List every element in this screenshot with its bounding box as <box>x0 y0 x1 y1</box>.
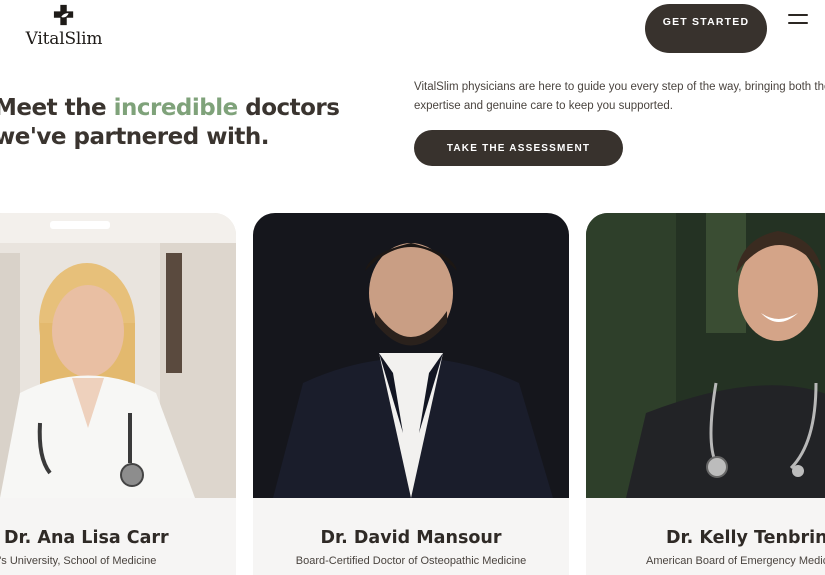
page-headline: Meet the incredible doctors we've partne… <box>0 94 340 152</box>
doctor-card[interactable]: Dr. Ana Lisa Carr St. George's Universit… <box>0 213 236 575</box>
intro-text: VitalSlim physicians are here to guide y… <box>414 78 825 115</box>
brand-logo[interactable]: VitalSlim <box>24 4 104 49</box>
doctor-credential: Board-Certified Doctor of Osteopathic Me… <box>295 555 527 567</box>
menu-line <box>788 14 808 16</box>
medical-cross-icon <box>53 4 74 26</box>
doctor-name: Dr. Kelly Tenbrink <box>666 528 825 548</box>
doctor-card[interactable]: Dr. David Mansour Board-Certified Doctor… <box>253 213 569 575</box>
intro-line1: VitalSlim physicians are here to guide y… <box>414 81 825 93</box>
doctor-photo <box>586 213 825 498</box>
headline-prefix: Meet the <box>0 95 114 121</box>
doctor-name: Dr. Ana Lisa Carr <box>4 528 169 548</box>
brand-name: VitalSlim <box>25 29 103 49</box>
headline-line2: we've partnered with. <box>0 124 269 150</box>
doctor-photo <box>253 213 569 498</box>
headline-suffix: doctors <box>237 95 340 121</box>
take-assessment-button[interactable]: TAKE THE ASSESSMENT <box>414 130 623 166</box>
doctor-credential: St. George's University, School of Medic… <box>0 555 157 567</box>
doctor-photo <box>0 213 236 498</box>
doctor-name: Dr. David Mansour <box>320 528 502 548</box>
intro-line2: expertise and genuine care to keep you s… <box>414 99 673 112</box>
doctor-card[interactable]: Dr. Kelly Tenbrink American Board of Eme… <box>586 213 825 575</box>
get-started-button[interactable]: GET STARTED <box>645 4 767 53</box>
headline-accent: incredible <box>113 95 239 121</box>
menu-line <box>788 22 808 24</box>
hamburger-menu-icon[interactable] <box>788 14 808 26</box>
doctor-credential: American Board of Emergency Medicine <box>646 555 825 567</box>
